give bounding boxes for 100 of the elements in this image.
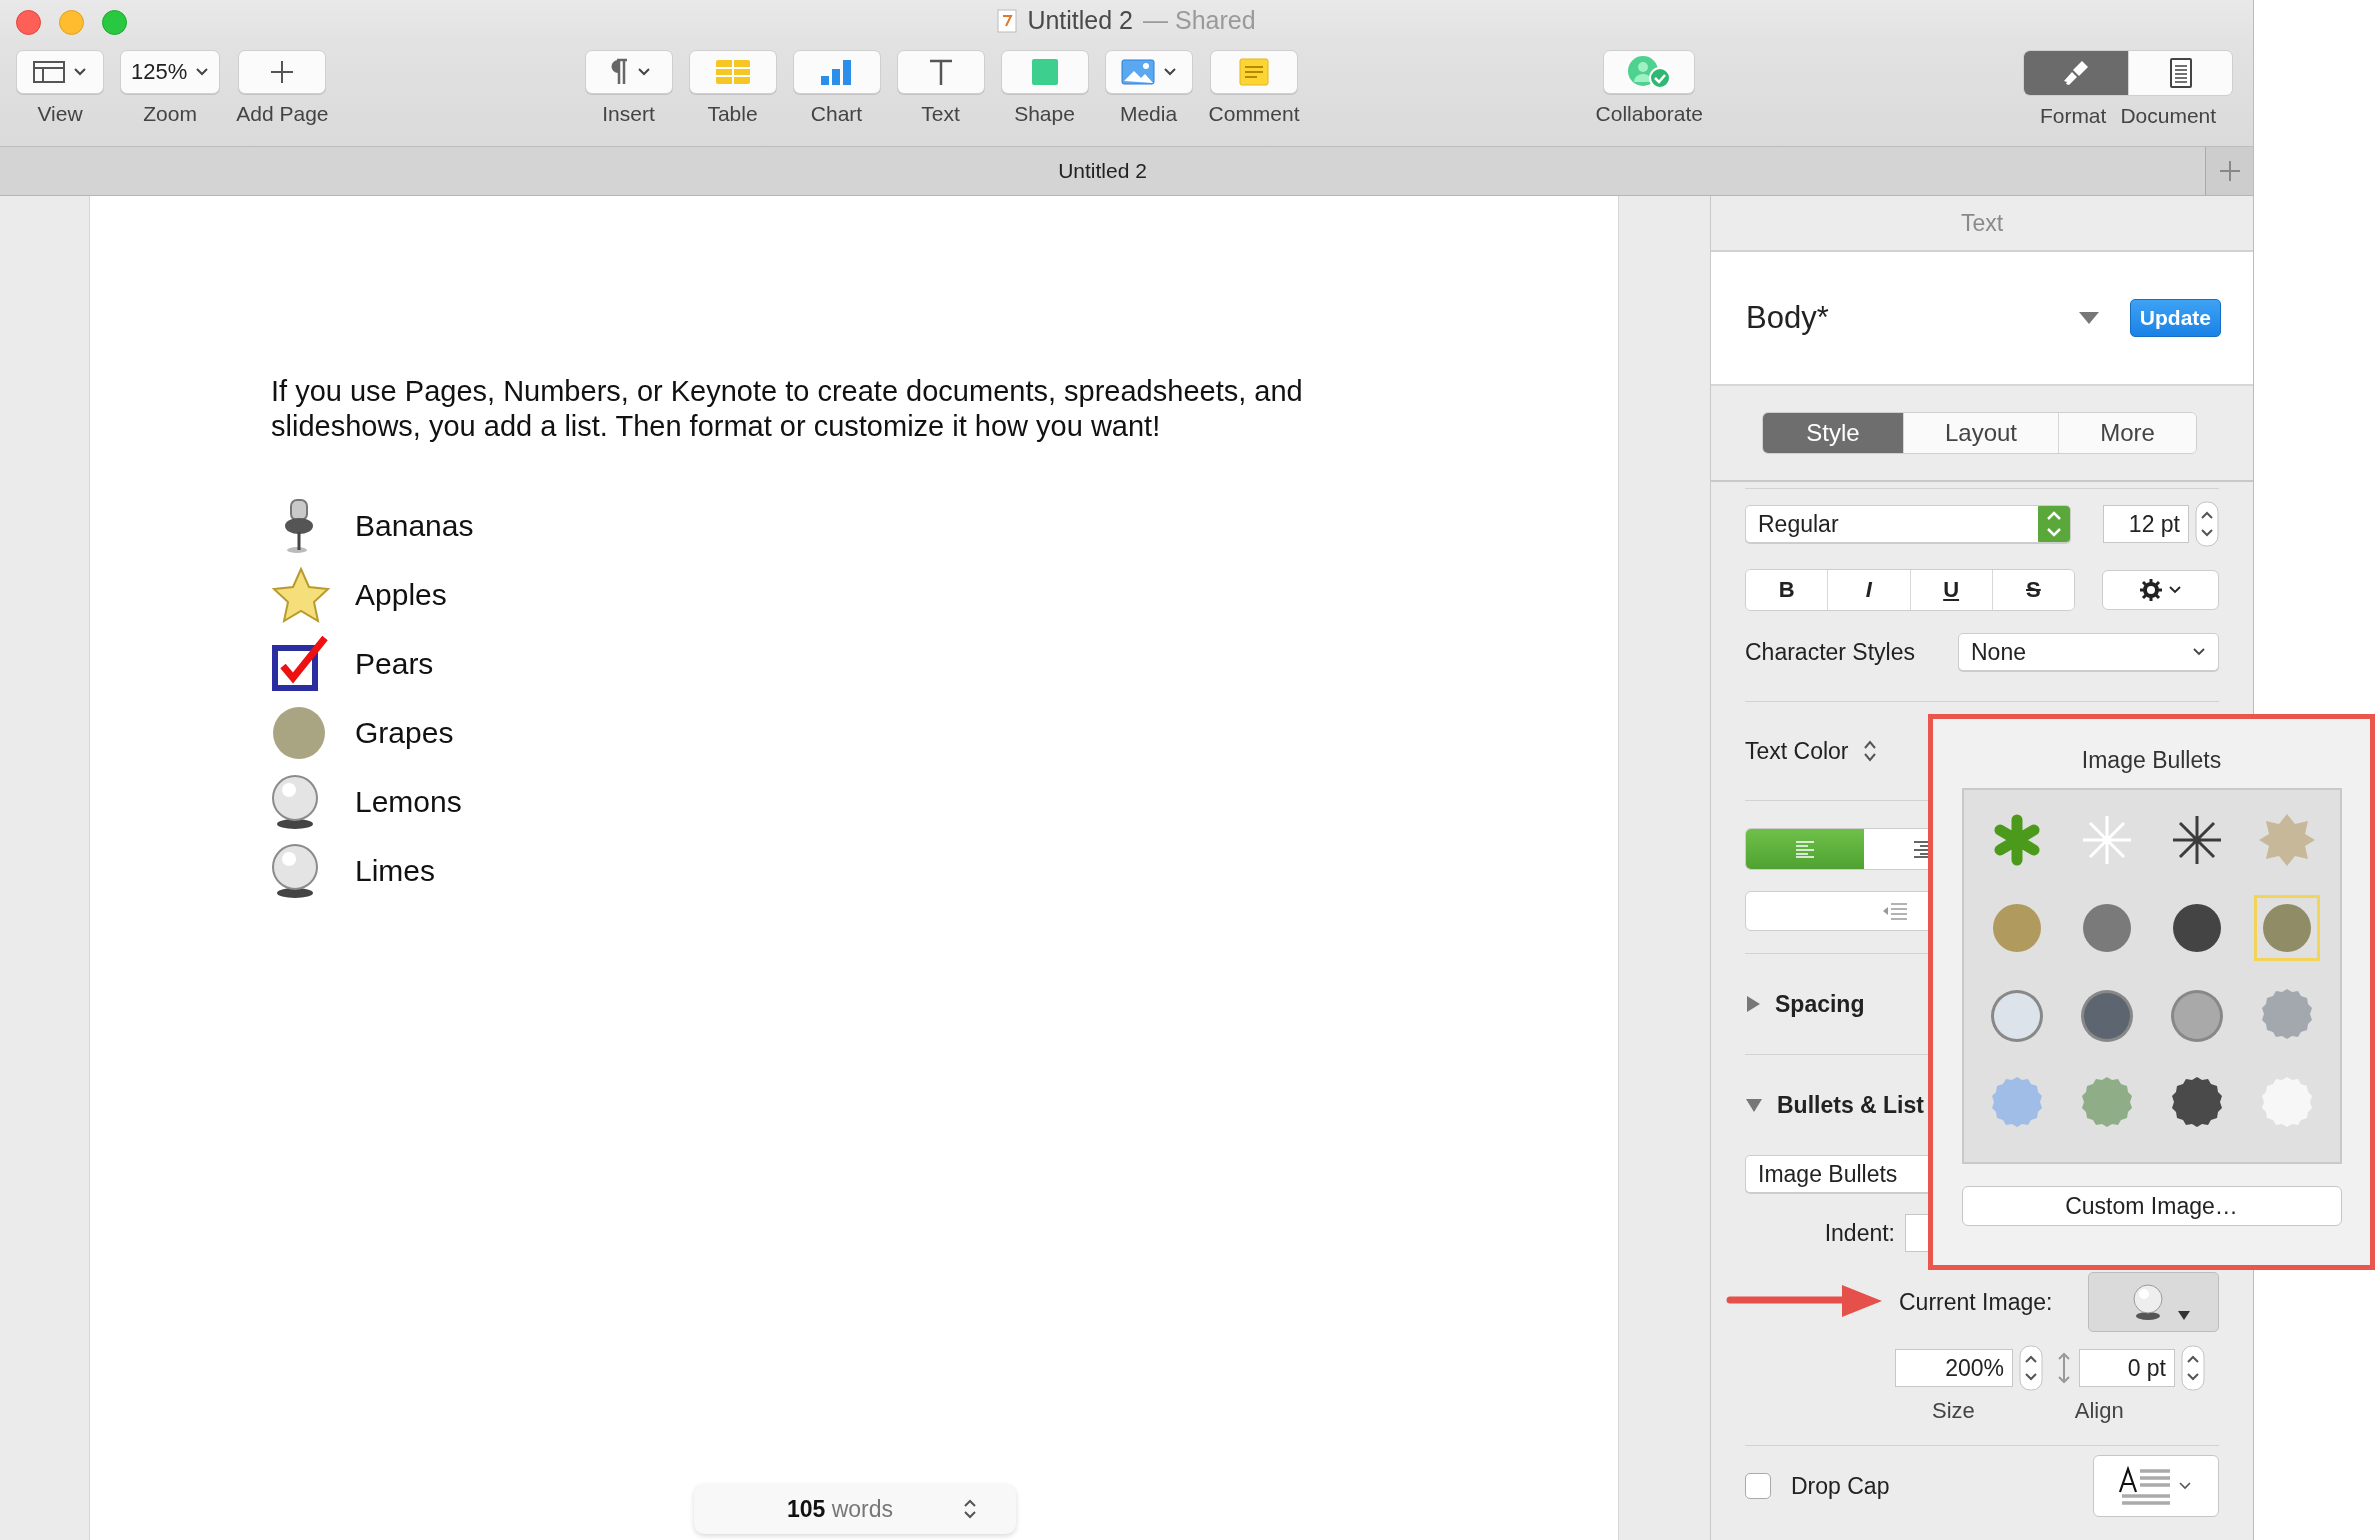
minimize-button[interactable] — [59, 9, 84, 35]
new-tab-button[interactable] — [2205, 147, 2253, 195]
document-icon — [2168, 58, 2193, 88]
toolbar-button[interactable] — [16, 50, 104, 94]
toolbar-label: Document — [2120, 104, 2217, 128]
size-field[interactable]: 200% — [1895, 1349, 2013, 1387]
current-image-label: Current Image: — [1899, 1288, 2053, 1316]
list-item: Apples — [355, 578, 447, 612]
toolbar-label: Format — [2039, 104, 2107, 128]
drop-cap-style-button[interactable] — [2093, 1455, 2219, 1517]
stepper-icon[interactable] — [2195, 501, 2219, 547]
toolbar-label: Chart — [810, 102, 863, 126]
document-icon — [997, 8, 1018, 33]
toolbar-button[interactable] — [584, 50, 673, 94]
round-button-icon — [2078, 988, 2135, 1044]
stepper-icon — [2038, 506, 2070, 542]
indent-label: Indent: — [1823, 1219, 1895, 1247]
list-item: Pears — [355, 647, 434, 681]
alignment-button[interactable] — [1746, 829, 1864, 869]
toolbar-label: Collaborate — [1595, 102, 1703, 126]
checkbox[interactable] — [1745, 1473, 1771, 1499]
table-icon — [714, 59, 751, 85]
plus-icon — [2218, 160, 2241, 182]
disc-icon — [2170, 902, 2223, 954]
pearl-icon — [2131, 1283, 2166, 1321]
toolbar-label: Zoom — [143, 102, 197, 126]
list-item: Limes — [355, 854, 436, 888]
character-styles-label: Character Styles — [1745, 638, 1915, 666]
field-caption: Align — [2074, 1398, 2124, 1424]
disclosure-triangle-icon[interactable] — [1745, 995, 1761, 1013]
popover-title: Image Bullets — [2081, 747, 2222, 774]
star-icon — [271, 565, 331, 625]
text-icon — [927, 58, 954, 86]
eight-point-star-icon — [2258, 812, 2315, 868]
dropdown-triangle-icon — [2177, 1311, 2190, 1320]
image-icon — [1120, 59, 1155, 85]
toolbar-label: Text — [921, 102, 960, 126]
disc-icon — [1990, 902, 2043, 954]
list-item: Bananas — [355, 509, 474, 543]
toolbar-button[interactable] — [1210, 50, 1299, 94]
caret-icon — [1162, 67, 1177, 77]
paintbrush-icon — [2061, 58, 2091, 88]
caret-icon — [195, 67, 210, 77]
square-icon — [1030, 58, 1059, 86]
window-title: Untitled 2 — [1027, 6, 1134, 35]
list-item: Lemons — [355, 785, 462, 819]
section-header[interactable]: Spacing — [1775, 990, 1865, 1018]
drop-cap-icon — [2118, 1466, 2194, 1506]
toolbar-button[interactable] — [792, 50, 881, 94]
inspector-tab[interactable] — [2128, 51, 2232, 95]
align-field[interactable]: 0 pt — [2079, 1349, 2175, 1387]
font-style-popup[interactable]: Regular — [1745, 505, 2071, 543]
toolbar-label: Shape — [1014, 102, 1075, 126]
round-button-icon — [2168, 988, 2225, 1044]
toolbar-label: View — [37, 102, 83, 126]
text-color-label: Text Color — [1745, 737, 1849, 765]
toolbar-label: Comment — [1208, 102, 1300, 126]
sidebar-layout-icon — [33, 60, 65, 84]
toolbar-label: Table — [707, 102, 758, 126]
text-format-button[interactable]: S — [1991, 570, 2074, 610]
list-item: Grapes — [355, 716, 454, 750]
stepper-icon[interactable] — [2019, 1345, 2043, 1391]
vertical-arrows-icon — [2057, 1351, 2071, 1385]
custom-image-button[interactable]: Custom Image… — [1961, 1186, 2342, 1226]
word-count[interactable]: 105 words — [694, 1484, 1016, 1534]
gear-icon — [2138, 578, 2183, 602]
current-image-well[interactable] — [2088, 1272, 2219, 1332]
close-button[interactable] — [16, 9, 41, 35]
drop-cap-label: Drop Cap — [1791, 1472, 1890, 1500]
paragraph-style-name[interactable]: Body* — [1746, 300, 1829, 336]
outdent-icon — [1882, 902, 1908, 920]
character-styles-popup[interactable]: None — [1958, 633, 2219, 671]
text-options-button[interactable] — [2102, 570, 2219, 610]
toolbar-label: Media — [1119, 102, 1178, 126]
window-subtitle: — Shared — [1143, 6, 1256, 35]
field-caption: Size — [1932, 1398, 1975, 1424]
disclosure-triangle-icon[interactable] — [1745, 1096, 1763, 1114]
toolbar-label: Insert — [602, 102, 655, 126]
caret-icon — [73, 67, 87, 77]
dropdown-triangle-icon[interactable] — [2077, 311, 2100, 325]
section-header[interactable]: Bullets & List — [1777, 1091, 1924, 1119]
inspector-subtab[interactable]: More — [2058, 413, 2196, 453]
up-down-arrows-icon[interactable] — [1862, 739, 1877, 763]
toolbar-button[interactable] — [1104, 50, 1193, 94]
body-paragraph: If you use Pages, Numbers, or Keynote to create documents, spreadsheets, and slideshows, you add a list. Then format or customize it how you want! — [271, 374, 1304, 444]
align-left-icon — [1795, 840, 1815, 858]
inspector-tab[interactable] — [2024, 51, 2128, 95]
plus-icon — [269, 59, 296, 85]
toolbar-button[interactable] — [896, 50, 985, 94]
note-icon — [1239, 58, 1270, 86]
disc-icon — [2260, 902, 2313, 954]
toolbar-button[interactable] — [238, 50, 327, 94]
font-size-field[interactable]: 12 pt — [2103, 505, 2189, 543]
inspector-subtab[interactable]: Style — [1763, 413, 1903, 453]
round-button-icon — [1988, 988, 2045, 1044]
inspector-title: Text — [1960, 209, 2004, 237]
toolbar-label: Add Page — [236, 102, 329, 126]
stepper-icon[interactable] — [2181, 1345, 2205, 1391]
zoom-window-button[interactable] — [102, 9, 127, 35]
toolbar-button[interactable]: 125% — [120, 50, 221, 94]
